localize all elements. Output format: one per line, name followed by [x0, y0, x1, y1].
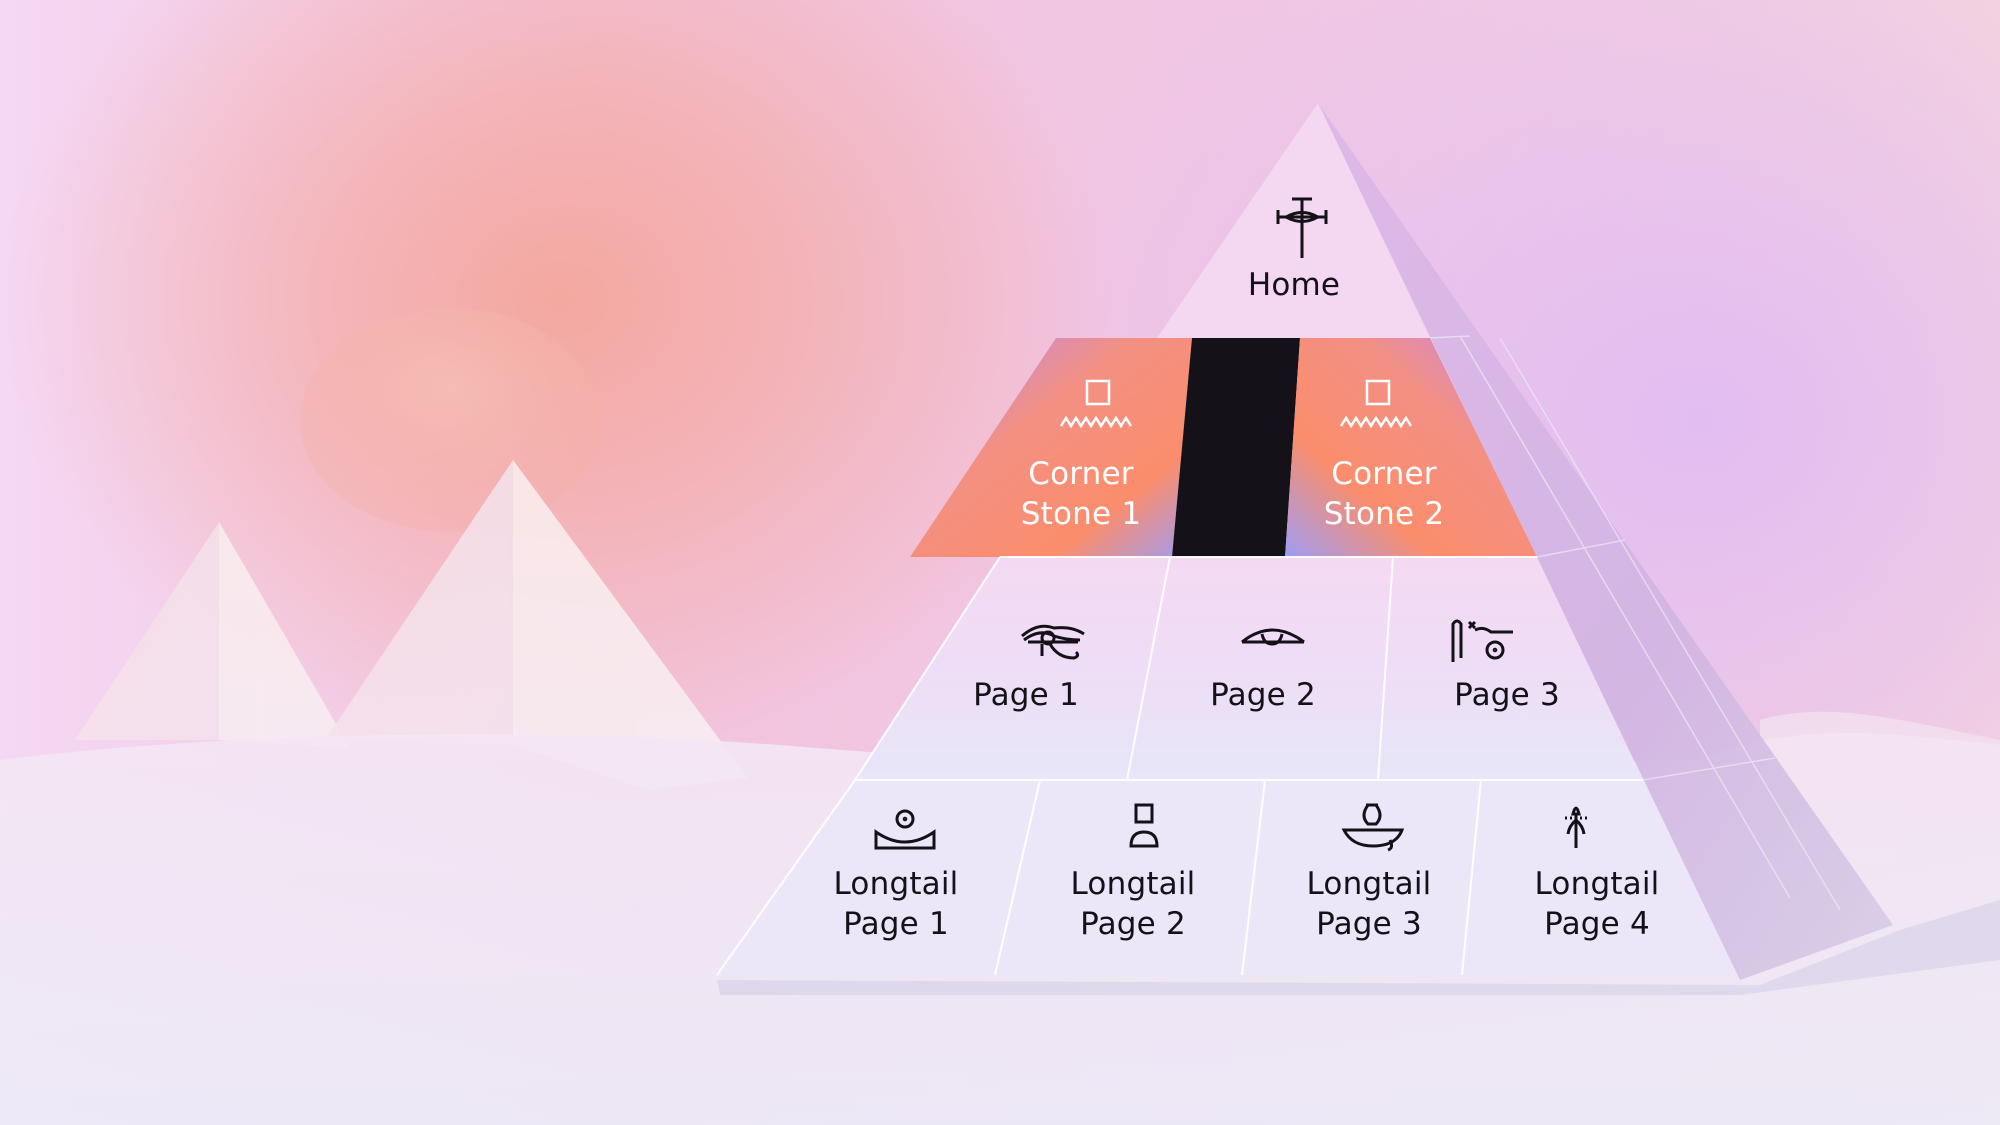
node-longtail-page-1[interactable]: Longtail Page 1 — [834, 864, 959, 944]
node-cornerstone-1-label-line1: Corner — [1028, 456, 1134, 492]
node-cornerstone-2[interactable]: Corner Stone 2 — [1324, 454, 1445, 534]
node-longtail-page-2[interactable]: Longtail Page 2 — [1071, 864, 1196, 944]
node-longtail-page-4-label-line1: Longtail — [1534, 866, 1660, 902]
node-page-2-label: Page 2 — [1210, 677, 1316, 713]
ankh-staff-hieroglyph-icon — [1274, 196, 1330, 264]
node-longtail-page-1-label-line2: Page 1 — [843, 906, 949, 942]
sun — [300, 308, 600, 532]
sun-over-basin-hieroglyph-icon — [872, 808, 938, 856]
node-longtail-page-2-label-line2: Page 2 — [1080, 906, 1186, 942]
jar-basket-hieroglyph-icon — [1340, 802, 1406, 856]
cornerstone-divider-slot — [1172, 338, 1300, 557]
node-home-label: Home — [1247, 267, 1341, 303]
node-longtail-page-2-label-line1: Longtail — [1070, 866, 1196, 902]
node-page-2[interactable]: Page 2 — [1210, 675, 1316, 715]
node-cornerstone-1[interactable]: Corner Stone 1 — [1021, 454, 1142, 534]
square-water-hieroglyph-icon — [1059, 378, 1135, 434]
node-longtail-page-4-label-line2: Page 4 — [1544, 906, 1650, 942]
square-water-hieroglyph-icon — [1339, 378, 1415, 434]
node-page-1[interactable]: Page 1 — [973, 675, 1079, 715]
pyramid-scene — [0, 103, 2000, 1125]
node-page-3-label: Page 3 — [1454, 677, 1560, 713]
tier-pages-face — [855, 557, 1643, 780]
node-cornerstone-2-label-line2: Stone 2 — [1323, 496, 1445, 532]
node-cornerstone-1-label-line2: Stone 1 — [1020, 496, 1142, 532]
node-page-3[interactable]: Page 3 — [1454, 675, 1560, 715]
node-longtail-page-4[interactable]: Longtail Page 4 — [1535, 864, 1660, 944]
stool-bread-hieroglyph-icon — [1127, 802, 1161, 856]
node-cornerstone-2-label-line1: Corner — [1331, 456, 1437, 492]
node-home[interactable]: Home — [1248, 265, 1340, 305]
reed-snake-sun-hieroglyph-icon — [1449, 616, 1515, 668]
node-longtail-page-3[interactable]: Longtail Page 3 — [1307, 864, 1432, 944]
plant-staff-hieroglyph-icon — [1561, 800, 1591, 854]
eye-of-horus-icon — [1018, 618, 1088, 666]
node-longtail-page-3-label-line2: Page 3 — [1316, 906, 1422, 942]
eye-hieroglyph-icon — [1238, 622, 1308, 654]
node-longtail-page-1-label-line1: Longtail — [833, 866, 959, 902]
background-pyramid-left — [75, 522, 350, 748]
node-page-1-label: Page 1 — [973, 677, 1079, 713]
node-longtail-page-3-label-line1: Longtail — [1306, 866, 1432, 902]
